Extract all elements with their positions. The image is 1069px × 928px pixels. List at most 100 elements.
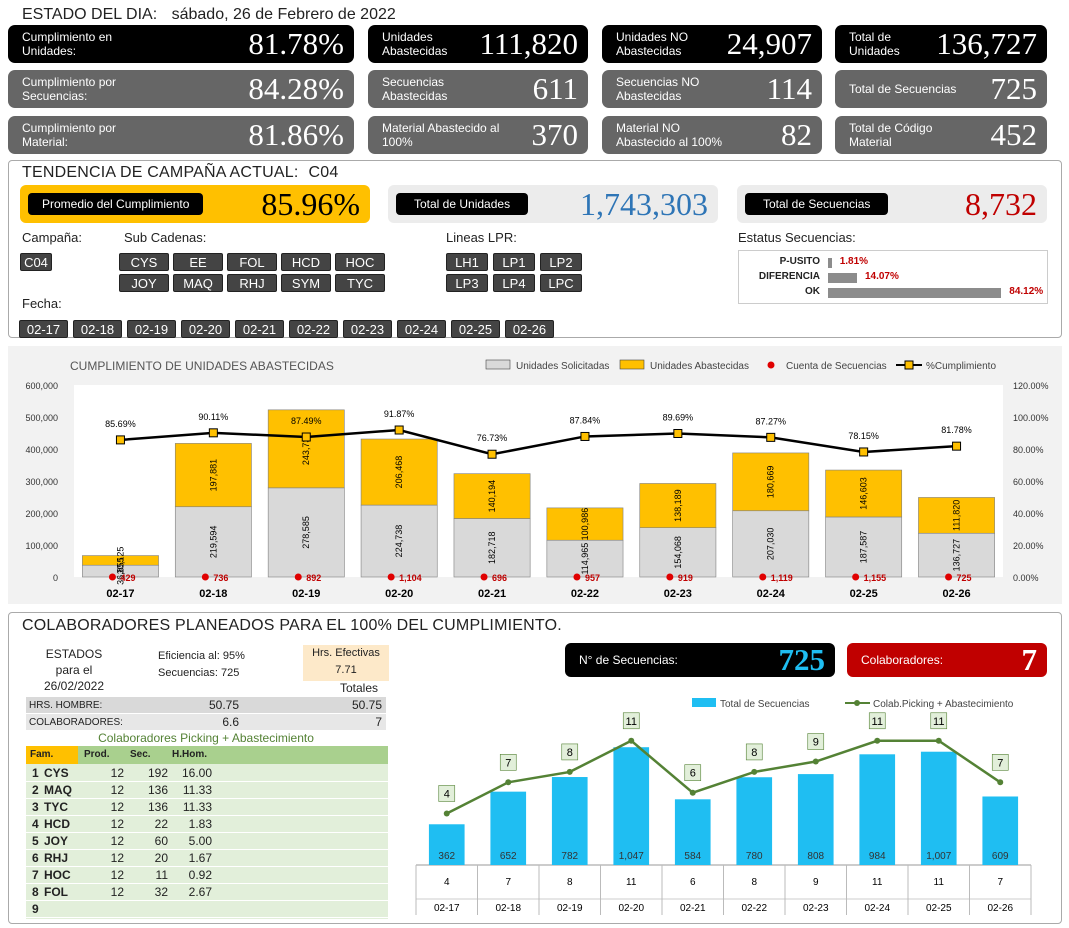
label-colab: 11 (626, 716, 637, 728)
estatus-bar (828, 273, 857, 283)
subcad-button-hoc[interactable]: HOC (335, 253, 385, 271)
lineas-label: Lineas LPR: (446, 230, 517, 245)
estatus-pct: 14.07% (864, 271, 899, 282)
subcad-button-rhj[interactable]: RHJ (227, 274, 277, 292)
table-title: Colaboradores Picking + Abastecimiento (98, 731, 314, 745)
linea-button-lp4[interactable]: LP4 (493, 274, 535, 292)
point-cumplimiento (487, 449, 497, 459)
y2-tick: 100.00% (1013, 413, 1049, 423)
row-family: TYC (44, 800, 68, 814)
x-tick: 02-26 (942, 588, 970, 600)
label-cumplimiento: 91.87% (384, 409, 415, 419)
fecha-button-02-26[interactable]: 02-26 (505, 320, 554, 338)
subcad-button-joy[interactable]: JOY (119, 274, 169, 292)
fecha-button-02-23[interactable]: 02-23 (343, 320, 392, 338)
point-colab (997, 779, 1004, 786)
row-hhom: 0.92 (188, 868, 212, 882)
nsec-value: 725 (778, 642, 826, 677)
subcad-button-hcd[interactable]: HCD (281, 253, 331, 271)
col-total: 7 (375, 715, 382, 729)
linea-button-lp3[interactable]: LP3 (446, 274, 488, 292)
x-tick: 02-18 (199, 588, 227, 600)
kpi-card-1: Unidades Abastecidas 111,820 (368, 25, 588, 63)
legend-swatch (619, 359, 645, 370)
fecha-button-02-20[interactable]: 02-20 (181, 320, 230, 338)
header: ESTADO DEL DIA: sábado, 26 de Febrero de… (22, 6, 396, 24)
subcad-button-maq[interactable]: MAQ (173, 274, 223, 292)
x-tick: 02-17 (106, 588, 134, 600)
estatus-name: DIFERENCIA (758, 271, 820, 282)
fecha-button-02-22[interactable]: 02-22 (289, 320, 338, 338)
hrs-label: Hrs. Efectivas (312, 647, 380, 659)
fecha-button-02-17[interactable]: 02-17 (19, 320, 68, 338)
x-value: 11 (626, 877, 637, 888)
row-index: 7 (32, 868, 39, 882)
linea-button-lp1[interactable]: LP1 (493, 253, 535, 271)
kpi-value: 111,820 (479, 26, 578, 61)
kpi-value: 84.28% (248, 71, 344, 106)
label-secuencias: 984 (869, 851, 886, 862)
point-secuencias (294, 573, 302, 581)
fecha-button-02-24[interactable]: 02-24 (397, 320, 446, 338)
linea-button-lp2[interactable]: LP2 (540, 253, 582, 271)
label-colab: 6 (690, 768, 696, 780)
kpi-label: Material NO Abastecido al 100% (616, 121, 723, 149)
kpi-value: 370 (531, 117, 579, 152)
label-solicitadas: 219,594 (208, 526, 218, 559)
row-prod: 12 (110, 766, 124, 780)
chart-title: CUMPLIMIENTO DE UNIDADES ABASTECIDAS (70, 359, 334, 373)
secuencias-value: 725 (221, 667, 240, 679)
fecha-button-02-25[interactable]: 02-25 (451, 320, 500, 338)
row-index: 8 (32, 885, 39, 899)
label-secuencias: 808 (807, 851, 824, 862)
fecha-button-02-21[interactable]: 02-21 (235, 320, 284, 338)
label-abastecidas: 206,468 (394, 456, 404, 489)
linea-button-lh1[interactable]: LH1 (446, 253, 488, 271)
x-tick: 02-18 (495, 903, 521, 914)
row-prod: 12 (110, 817, 124, 831)
row-sec: 22 (154, 817, 168, 831)
kpi-card-3: Total de Unidades 136,727 (835, 25, 1047, 63)
col-value: 6.6 (222, 715, 239, 729)
campana-button-C04[interactable]: C04 (20, 253, 52, 271)
x-value: 9 (813, 877, 819, 888)
subcad-button-ee[interactable]: EE (173, 253, 223, 271)
subcad-button-sym[interactable]: SYM (281, 274, 331, 292)
bar-secuencias (613, 747, 650, 865)
legend-swatch (485, 359, 511, 370)
label-colab: 4 (444, 788, 450, 800)
legend-label: Unidades Solicitadas (516, 361, 609, 372)
kpi-label: Unidades Abastecidas (382, 30, 448, 58)
label-cumplimiento: 81.78% (941, 425, 972, 435)
fecha-button-02-19[interactable]: 02-19 (127, 320, 176, 338)
row-prod: 12 (110, 834, 124, 848)
subcad-button-cys[interactable]: CYS (119, 253, 169, 271)
fecha-button-02-18[interactable]: 02-18 (73, 320, 122, 338)
point-cumplimiento (580, 431, 590, 441)
row-family: FOL (44, 885, 68, 899)
label-solicitadas: 207,030 (766, 528, 776, 561)
label-colab: 7 (505, 757, 511, 769)
totales-label: Totales (340, 681, 379, 695)
point-cumplimiento (208, 428, 218, 438)
point-colab (812, 758, 819, 765)
label-colab: 8 (751, 747, 757, 759)
kpi-card-6: Secuencias NO Abastecidas 114 (602, 70, 822, 108)
secuencias-label: Secuencias: (158, 667, 218, 679)
subcad-button-fol[interactable]: FOL (227, 253, 277, 271)
legend-label: Cuenta de Secuencias (786, 361, 887, 372)
colab-label: Colaboradores: (861, 653, 944, 667)
subcad-button-tyc[interactable]: TYC (335, 274, 385, 292)
label-secuencias: 919 (678, 573, 693, 583)
linea-button-lpc[interactable]: LPC (540, 274, 582, 292)
kpi-card-11: Total de Código Material 452 (835, 116, 1047, 154)
trend-title: TENDENCIA DE CAMPAÑA ACTUAL: C04 (22, 164, 339, 181)
row-family: RHJ (44, 851, 69, 865)
line-colab (446, 739, 1001, 815)
kpi-card-5: Secuencias Abastecidas 611 (368, 70, 588, 108)
row-family: HOC (44, 868, 71, 882)
row-family: HCD (44, 817, 70, 831)
label-secuencias: 1,119 (771, 573, 793, 583)
point-cumplimiento (301, 432, 311, 442)
x-tick: 02-23 (664, 588, 692, 600)
